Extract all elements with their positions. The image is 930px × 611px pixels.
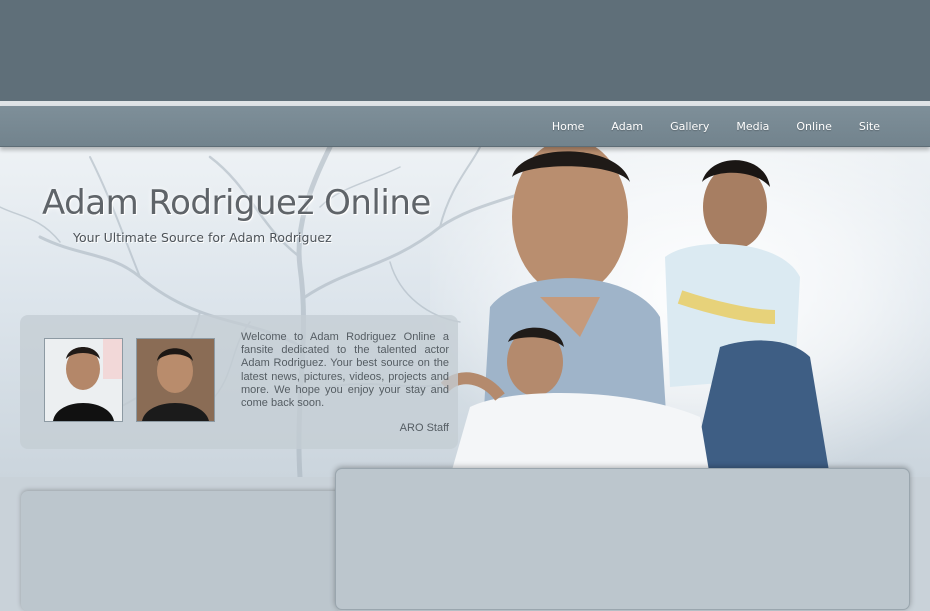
- staff-signature: ARO Staff: [399, 422, 449, 434]
- navigation-bar: Home Adam Gallery Media Online Site: [0, 106, 930, 147]
- nav-item-gallery[interactable]: Gallery: [670, 120, 709, 133]
- content-panel-left: [21, 491, 341, 611]
- welcome-box: Welcome to Adam Rodriguez Online a fansi…: [20, 315, 458, 449]
- main-nav: Home Adam Gallery Media Online Site: [525, 106, 880, 146]
- nav-item-online[interactable]: Online: [796, 120, 831, 133]
- banner-photo-collage: [440, 147, 830, 477]
- site-tagline: Your Ultimate Source for Adam Rodriguez: [73, 230, 332, 245]
- content-panel-right: [335, 468, 910, 610]
- top-header-bar: [0, 0, 930, 101]
- adam-photo-1[interactable]: [44, 338, 123, 422]
- adam-photo-2[interactable]: [136, 338, 215, 422]
- nav-item-home[interactable]: Home: [552, 120, 584, 133]
- site-title: Adam Rodriguez Online: [42, 183, 431, 223]
- nav-item-adam[interactable]: Adam: [611, 120, 643, 133]
- welcome-message: Welcome to Adam Rodriguez Online a fansi…: [241, 331, 449, 410]
- adam-photo-1-image: [45, 339, 122, 421]
- adam-photo-2-image: [137, 339, 214, 421]
- nav-item-media[interactable]: Media: [736, 120, 769, 133]
- nav-item-site[interactable]: Site: [859, 120, 880, 133]
